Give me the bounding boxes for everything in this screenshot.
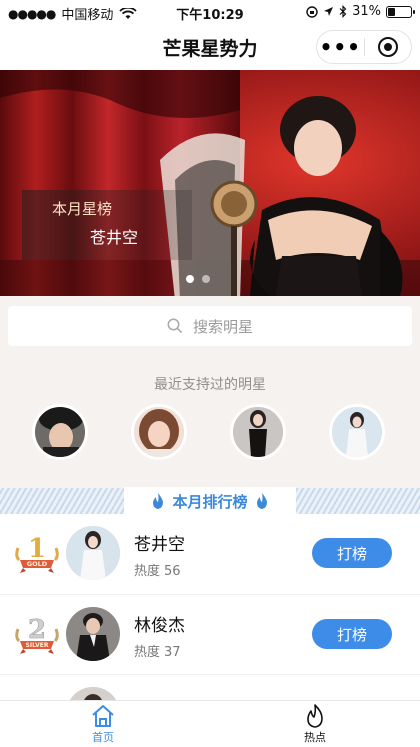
- search-placeholder: 搜索明星: [192, 317, 253, 336]
- vote-button[interactable]: 打榜: [312, 538, 392, 568]
- bluetooth-icon: [339, 5, 347, 18]
- more-button[interactable]: •••: [317, 37, 364, 57]
- star-name: 苍井空: [134, 535, 185, 555]
- ranking-title-box: 本月排行榜: [124, 487, 296, 515]
- search-bar[interactable]: 搜索明星: [8, 306, 412, 346]
- ranking-row[interactable]: 2 SILVER 林俊杰 热度 37 打榜: [0, 594, 420, 674]
- status-bar: ●●●●● 中国移动 下午10:29 31%: [0, 0, 420, 24]
- avatar-image: [35, 407, 85, 457]
- heat-info: 热度 56: [134, 560, 181, 579]
- medal-text: GOLD: [27, 560, 48, 568]
- tab-hot-label: 热点: [304, 731, 326, 744]
- avatar-image: [134, 407, 184, 457]
- medal-rank-number: 2: [28, 615, 46, 645]
- nav-bar: 芒果星势力 •••: [0, 24, 420, 70]
- heat-value: 37: [164, 645, 181, 660]
- home-icon: [92, 705, 114, 727]
- tab-home[interactable]: 首页: [48, 703, 158, 745]
- carousel-dot[interactable]: [186, 275, 194, 283]
- close-mini-program-button[interactable]: [365, 37, 412, 57]
- ranking-list: 1 GOLD 苍井空 热度 56 打榜 2 SILVER 林俊杰 热度 37 打…: [0, 514, 420, 700]
- search-icon: [167, 318, 183, 334]
- flame-icon: [256, 493, 267, 509]
- battery-icon: [386, 5, 415, 18]
- star-avatar: [66, 607, 120, 661]
- banner-caption-title: 本月星榜: [52, 200, 113, 218]
- recent-star-avatar[interactable]: [131, 404, 187, 460]
- tab-hot[interactable]: 热点: [260, 703, 370, 745]
- banner-image: [0, 70, 420, 296]
- gold-medal-icon: 1 GOLD: [15, 534, 59, 573]
- target-icon: [377, 37, 398, 57]
- rotation-lock-icon: [306, 5, 318, 18]
- heat-label: 热度: [134, 645, 161, 660]
- star-avatar: [66, 526, 120, 580]
- ranking-title: 本月排行榜: [172, 492, 248, 511]
- recent-star-avatar[interactable]: [230, 404, 286, 460]
- banner-caption-name: 苍井空: [90, 228, 139, 247]
- location-icon: [324, 7, 334, 16]
- star-avatar: [66, 687, 120, 700]
- medal-text: SILVER: [26, 642, 49, 649]
- avatar-image: [332, 407, 382, 457]
- ranking-row[interactable]: 1 GOLD 苍井空 热度 56 打榜: [0, 514, 420, 594]
- flame-icon: [153, 493, 164, 509]
- ranking-row-partial: [0, 674, 420, 700]
- carousel-indicator: [186, 275, 210, 283]
- vote-button[interactable]: 打榜: [312, 619, 392, 649]
- banner-carousel[interactable]: 本月星榜 苍井空: [0, 70, 420, 296]
- ranking-header: 本月排行榜: [0, 487, 420, 515]
- tab-home-label: 首页: [92, 731, 114, 744]
- recent-star-avatar[interactable]: [329, 404, 385, 460]
- heat-info: 热度 37: [134, 641, 181, 660]
- silver-medal-icon: 2 SILVER: [15, 615, 59, 654]
- heat-label: 热度: [134, 564, 161, 579]
- recent-section-title: 最近支持过的明星: [154, 377, 266, 393]
- banner-caption: 本月星榜 苍井空: [22, 190, 192, 260]
- heat-value: 56: [164, 564, 181, 579]
- flame-icon: [307, 704, 323, 728]
- carousel-dot[interactable]: [202, 275, 210, 283]
- tab-bar: 首页 热点: [0, 700, 420, 747]
- mini-program-capsule: •••: [316, 30, 412, 64]
- star-name: 林俊杰: [134, 616, 185, 636]
- avatar-image: [233, 407, 283, 457]
- battery-percent: 31%: [352, 4, 381, 19]
- recent-star-avatar[interactable]: [32, 404, 88, 460]
